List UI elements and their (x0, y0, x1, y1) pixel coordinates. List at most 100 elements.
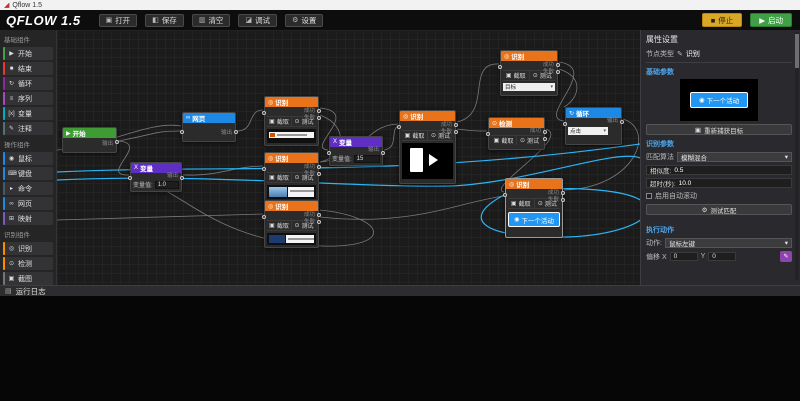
fail-port[interactable] (454, 130, 458, 134)
input-port[interactable] (486, 132, 490, 136)
node-recognize-top[interactable]: ◎ 识别 成功 失败 ▣截取 ⊙测试 目标 ▾ (500, 50, 558, 96)
sidebar-item-mapping[interactable]: ⊞ 映射 (3, 212, 53, 225)
run-button[interactable]: ▶ 启动 (750, 13, 792, 27)
field-label: 变量值: (133, 180, 153, 189)
debug-button[interactable]: ◪ 调试 (238, 14, 277, 27)
fail-port[interactable] (543, 137, 547, 141)
input-port[interactable] (262, 167, 266, 171)
match-algorithm-select[interactable]: 模糊混合 ▾ (677, 152, 792, 162)
capture-button[interactable]: ▣截取 (503, 71, 529, 80)
target-select[interactable]: 目标 ▾ (503, 83, 555, 91)
target-icon: ◎ (268, 99, 273, 106)
success-port[interactable] (561, 191, 565, 195)
open-button[interactable]: ▣ 打开 (99, 14, 138, 27)
sidebar-item-webpage[interactable]: ∞ 网页 (3, 197, 53, 210)
success-port[interactable] (317, 213, 321, 217)
input-port[interactable] (327, 151, 331, 155)
success-port[interactable] (317, 165, 321, 169)
camera-icon: ⊙ (294, 118, 299, 125)
sidebar-item-mouse[interactable]: ◉ 鼠标 (3, 152, 53, 165)
sidebar-item-start[interactable]: ▶ 开始 (3, 47, 53, 60)
input-port[interactable] (498, 65, 502, 69)
properties-panel: 属性设置 节点类型 ✎ 识别 基础参数 ◉ 下一个活动 ▣ 重新捕获目标 识别参… (640, 30, 800, 285)
output-port[interactable] (180, 176, 184, 180)
save-button[interactable]: ◧ 保存 (145, 14, 184, 27)
fail-port[interactable] (556, 70, 560, 74)
section-basic-params: 基础参数 (646, 67, 792, 77)
run-log-bar[interactable]: ▤ 运行日志 (0, 285, 800, 296)
input-port[interactable] (262, 111, 266, 115)
sidebar-item-end[interactable]: ■ 结束 (3, 62, 53, 75)
variable-value-input[interactable]: 15 (354, 155, 380, 163)
pencil-icon[interactable]: ✎ (677, 50, 683, 58)
offset-y-input[interactable]: 0 (708, 252, 736, 261)
app-icon: ◢ (4, 2, 9, 9)
fail-port[interactable] (317, 220, 321, 224)
node-start[interactable]: ▶ 开始 输出 (62, 127, 117, 153)
success-port[interactable] (556, 63, 560, 67)
sidebar-item-label: 变量 (18, 109, 32, 119)
input-port[interactable] (397, 125, 401, 129)
node-loop[interactable]: ↻ 循环 输出 点击 ▾ (565, 107, 622, 145)
node-recognize-1[interactable]: ◎ 识别 成功 失败 ▣截取 ⊙测试 (264, 96, 319, 146)
similarity-input[interactable]: 相似度: 0.5 (646, 165, 792, 175)
node-webpage[interactable]: ∞ 网页 输出 (182, 112, 236, 142)
variable-value-input[interactable]: 1.0 (155, 181, 179, 189)
input-port[interactable] (128, 176, 132, 180)
action-select[interactable]: 鼠标左键 ▾ (665, 238, 792, 248)
sidebar-item-detect[interactable]: ⊙ 检测 (3, 257, 53, 270)
node-recognize-2[interactable]: ◎ 识别 成功 失败 ▣截取 ⊙测试 (264, 152, 319, 202)
settings-button[interactable]: ⚙ 设置 (285, 14, 323, 27)
sidebar-item-command[interactable]: ▸ 命令 (3, 182, 53, 195)
success-port[interactable] (317, 109, 321, 113)
sidebar-item-sequence[interactable]: ≡ 序列 (3, 92, 53, 105)
fail-port[interactable] (317, 116, 321, 120)
success-port[interactable] (543, 130, 547, 134)
offset-x-input[interactable]: 0 (670, 252, 698, 261)
output-port[interactable] (381, 151, 385, 155)
clear-button[interactable]: ▥ 清空 (192, 14, 231, 27)
loop-action-select[interactable]: 点击 ▾ (568, 127, 608, 135)
sidebar-item-keyboard[interactable]: ⌨ 键盘 (3, 167, 53, 180)
capture-button[interactable]: ▣截取 (402, 131, 427, 140)
node-recognize-video[interactable]: ◎ 识别 成功 失败 ▣截取 ⊙测试 (399, 110, 456, 184)
timeout-input[interactable]: 超时(秒): 10.0 (646, 178, 792, 188)
node-detect[interactable]: ⊙ 检测 成功 ▣截取 ⊙测试 (488, 117, 545, 150)
output-port[interactable] (115, 140, 119, 144)
node-variable-2[interactable]: X 变量 输出 变量值: 15 (329, 136, 383, 166)
capture-button[interactable]: ▣截取 (267, 221, 291, 230)
captured-next-activity-thumbnail: ◉ 下一个活动 (508, 212, 560, 227)
success-port[interactable] (454, 123, 458, 127)
fail-port[interactable] (317, 172, 321, 176)
pick-offset-button[interactable]: ✎ (780, 251, 792, 262)
output-port[interactable] (234, 130, 238, 134)
flow-canvas[interactable]: ▶ 开始 输出 ∞ 网页 输出 X 变量 输出 变量值: (57, 30, 640, 285)
sidebar-item-recognize[interactable]: ◎ 识别 (3, 242, 53, 255)
input-port[interactable] (262, 215, 266, 219)
stop-button[interactable]: ■ 停止 (702, 13, 743, 27)
input-port[interactable] (503, 193, 507, 197)
input-port[interactable] (563, 122, 567, 126)
panel-scrollbar[interactable] (795, 32, 799, 280)
debug-icon: ◪ (245, 16, 252, 24)
capture-button[interactable]: ▣截取 (267, 117, 291, 126)
input-port[interactable] (180, 130, 184, 134)
sidebar-item-note[interactable]: ✎ 注释 (3, 122, 53, 135)
capture-button[interactable]: ▣截取 (508, 199, 534, 208)
capture-button[interactable]: ▣截取 (267, 173, 291, 182)
capture-button[interactable]: ▣截取 (491, 136, 516, 145)
node-variable-1[interactable]: X 变量 输出 变量值: 1.0 (130, 162, 182, 192)
autoscroll-checkbox[interactable] (646, 193, 652, 199)
recapture-button[interactable]: ▣ 重新捕获目标 (646, 124, 792, 135)
sidebar-item-screenshot[interactable]: ▣ 截图 (3, 272, 53, 285)
sidebar-item-loop[interactable]: ↻ 循环 (3, 77, 53, 90)
test-match-button[interactable]: ⚙ 测试匹配 (646, 204, 792, 215)
fail-port[interactable] (561, 198, 565, 202)
node-recognize-selected[interactable]: ◎ 识别 成功 失败 ▣截取 ⊙测试 ◉ 下一个活动 (505, 178, 563, 238)
sidebar-item-variable[interactable]: [x] 变量 (3, 107, 53, 120)
image-icon: ▣ (405, 132, 411, 139)
node-recognize-3[interactable]: ◎ 识别 成功 失败 ▣截取 ⊙测试 (264, 200, 319, 248)
scrollbar-thumb[interactable] (795, 34, 799, 68)
test-button[interactable]: ⊙测试 (516, 136, 542, 145)
output-port[interactable] (620, 120, 624, 124)
